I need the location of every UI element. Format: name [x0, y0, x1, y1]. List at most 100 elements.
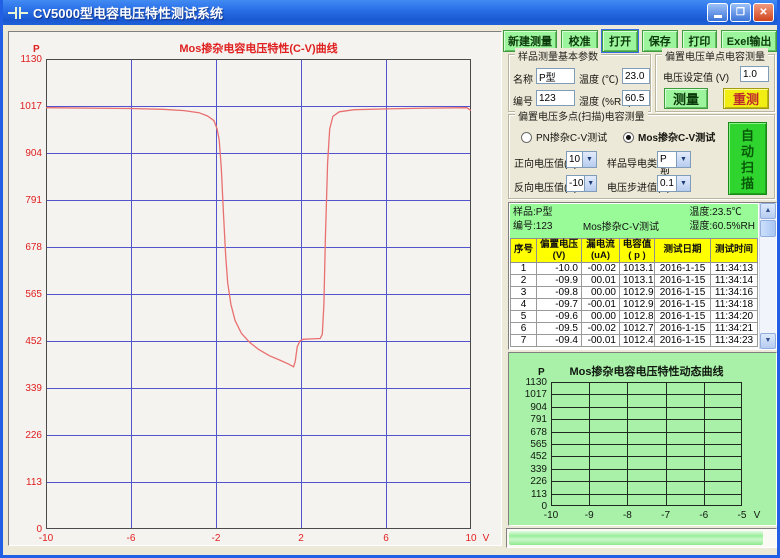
window-title: CV5000型电容电压特性测试系统: [33, 3, 705, 22]
y-tick-label: 565: [9, 289, 42, 300]
table-body: 1-10.0-00.021013.12016-1-1511:34:132-09.…: [511, 263, 758, 347]
table-scrollbar[interactable]: ▲ ▼: [759, 203, 776, 349]
radio-mos-icon[interactable]: [623, 132, 634, 143]
sample-id-input[interactable]: [536, 90, 575, 106]
table-row[interactable]: 2-09.900.011013.12016-1-1511:34:14: [511, 275, 758, 287]
radio-pn-icon[interactable]: [521, 132, 532, 143]
scroll-up-button[interactable]: ▲: [760, 203, 776, 219]
x-unit-label: V: [750, 510, 764, 521]
table-cell: 2016-1-15: [655, 287, 711, 299]
table-cell: 1012.4: [620, 335, 655, 347]
table-row[interactable]: 5-09.600.001012.82016-1-1511:34:20: [511, 311, 758, 323]
measure-button[interactable]: 测量: [664, 88, 708, 109]
table-cell: 1012.7: [620, 323, 655, 335]
group-title: 偏置电压单点电容测量: [662, 48, 768, 63]
y-tick-label: 904: [9, 148, 42, 159]
table-cell: 2016-1-15: [655, 335, 711, 347]
forward-voltage-value: 10: [567, 152, 582, 167]
scroll-down-button[interactable]: ▼: [760, 333, 776, 349]
chevron-down-icon[interactable]: ▼: [582, 152, 596, 167]
open-button[interactable]: 打开: [602, 30, 638, 52]
col-bias-voltage[interactable]: 偏置电压 (V): [537, 239, 582, 263]
x-tick-label: -10: [31, 533, 61, 544]
chart-title: Mos掺杂电容电压特性动态曲线: [551, 363, 742, 379]
results-table: 序号 偏置电压 (V) 漏电流 (uA) 电容值 ( p ) 测试日期 测试时间…: [510, 238, 758, 347]
table-row[interactable]: 1-10.0-00.021013.12016-1-1511:34:13: [511, 263, 758, 275]
reverse-voltage-value: -10: [567, 176, 584, 191]
table-cell: 00.00: [582, 287, 620, 299]
col-capacitance[interactable]: 电容值 ( p ): [620, 239, 655, 263]
x-unit-label: V: [479, 533, 493, 544]
temp-text: 温度:23.5℃: [689, 206, 755, 220]
results-table-inner: 样品:P型 编号:123 Mos掺杂C-V测试 温度:23.5℃ 湿度:60.5…: [510, 204, 758, 348]
cv-curve: [46, 108, 471, 367]
set-voltage-input[interactable]: [740, 66, 769, 82]
y-tick-label: 791: [509, 414, 547, 425]
table-cell: 11:34:21: [711, 323, 758, 335]
table-row[interactable]: 7-09.4-00.011012.42016-1-1511:34:23: [511, 335, 758, 347]
x-tick-label: -7: [651, 510, 681, 521]
group-title: 样品测量基本参数: [515, 48, 601, 63]
y-tick-label: 1130: [9, 54, 42, 65]
table-cell: 11:34:20: [711, 311, 758, 323]
auto-scan-button[interactable]: 自 动 扫 描: [728, 122, 767, 195]
name-label: 名称: [513, 71, 533, 86]
reverse-voltage-select[interactable]: -10 ▼: [566, 175, 597, 192]
table-cell: 1013.1: [620, 275, 655, 287]
table-cell: 1012.9: [620, 299, 655, 311]
y-tick-label: 1017: [9, 101, 42, 112]
y-tick-label: 1017: [509, 389, 547, 400]
step-voltage-select[interactable]: 0.1 ▼: [657, 175, 691, 192]
table-row[interactable]: 6-09.5-00.021012.72016-1-1511:34:21: [511, 323, 758, 335]
humidity-text: 湿度:60.5%RH: [689, 220, 755, 234]
table-info-header: 样品:P型 编号:123 Mos掺杂C-V测试 温度:23.5℃ 湿度:60.5…: [510, 204, 758, 238]
remeasure-button[interactable]: 重测: [723, 88, 769, 109]
table-cell: 2: [511, 275, 537, 287]
table-cell: -09.9: [537, 275, 582, 287]
temp-label: 温度 (℃): [579, 71, 618, 86]
table-row[interactable]: 3-09.800.001012.92016-1-1511:34:16: [511, 287, 758, 299]
scroll-up-icon: ▲: [765, 207, 772, 214]
sample-type-select[interactable]: P型 ▼: [657, 151, 691, 168]
x-tick-label: -10: [536, 510, 566, 521]
y-tick-label: 678: [9, 242, 42, 253]
y-tick-label: 791: [9, 195, 42, 206]
forward-voltage-select[interactable]: 10 ▼: [566, 151, 597, 168]
scroll-thumb[interactable]: [760, 220, 776, 237]
x-tick-label: 2: [286, 533, 316, 544]
col-test-date[interactable]: 测试日期: [655, 239, 711, 263]
sample-name-input[interactable]: [536, 68, 575, 84]
temp-input[interactable]: [622, 68, 650, 84]
table-cell: -09.6: [537, 311, 582, 323]
radio-mos-option[interactable]: Mos掺杂C-V测试: [623, 128, 715, 146]
y-tick-label: 113: [9, 477, 42, 488]
table-row[interactable]: 4-09.7-00.011012.92016-1-1511:34:18: [511, 299, 758, 311]
col-index[interactable]: 序号: [511, 239, 537, 263]
radio-pn-option[interactable]: PN掺杂C-V测试: [521, 128, 607, 146]
x-tick-label: -9: [574, 510, 604, 521]
sample-info: 样品:P型 编号:123: [513, 206, 552, 238]
close-button[interactable]: ✕: [753, 3, 774, 22]
chevron-down-icon[interactable]: ▼: [676, 176, 690, 191]
chart-title: Mos掺杂电容电压特性(C-V)曲线: [46, 40, 471, 56]
chevron-down-icon[interactable]: ▼: [676, 152, 690, 167]
table-cell: 2016-1-15: [655, 299, 711, 311]
chart-plot-area: [46, 59, 471, 529]
id-label: 编号: [513, 93, 533, 108]
single-point-group: 偏置电压单点电容测量 电压设定值 (V) 测量 重测: [655, 54, 775, 112]
table-header-row: 序号 偏置电压 (V) 漏电流 (uA) 电容值 ( p ) 测试日期 测试时间: [511, 239, 758, 263]
capacitor-app-icon: [8, 6, 28, 20]
table-cell: 3: [511, 287, 537, 299]
col-test-time[interactable]: 测试时间: [711, 239, 758, 263]
table-cell: 11:34:13: [711, 263, 758, 275]
chevron-down-icon[interactable]: ▼: [584, 176, 596, 191]
restore-button[interactable]: ❐: [730, 3, 751, 22]
col-leak-current[interactable]: 漏电流 (uA): [582, 239, 620, 263]
minimize-button[interactable]: [707, 3, 728, 22]
table-cell: 5: [511, 311, 537, 323]
results-table-panel: 样品:P型 编号:123 Mos掺杂C-V测试 温度:23.5℃ 湿度:60.5…: [508, 202, 777, 350]
humidity-input[interactable]: [622, 90, 650, 106]
table-cell: -00.01: [582, 335, 620, 347]
x-tick-label: -6: [116, 533, 146, 544]
sample-id-text: 编号:123: [513, 220, 552, 234]
